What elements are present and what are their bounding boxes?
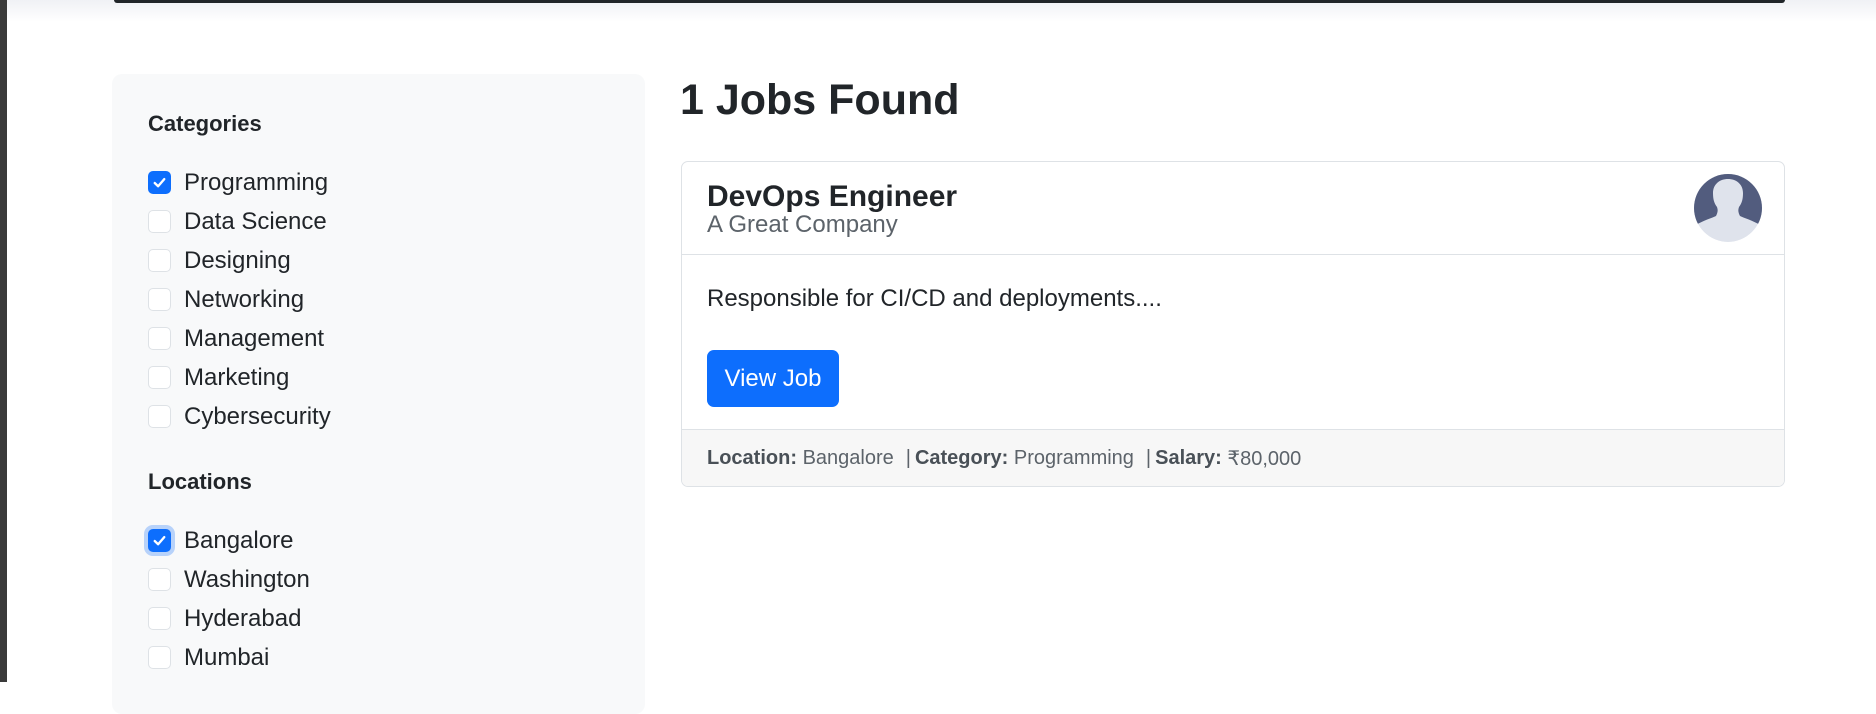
job-title: DevOps Engineer — [707, 180, 958, 213]
window-edge — [0, 0, 7, 682]
user-avatar-icon — [1694, 174, 1762, 242]
location-option-hyderabad[interactable]: Hyderabad — [148, 599, 310, 638]
category-option-programming[interactable]: Programming — [148, 163, 331, 202]
category-option-label: Management — [184, 324, 325, 352]
navbar-bottom-edge — [114, 0, 1785, 3]
location-checkbox-washington[interactable] — [148, 568, 171, 591]
category-option-label: Cybersecurity — [184, 402, 331, 430]
salary-label: Salary: — [1155, 446, 1222, 469]
checkmark-icon — [153, 535, 166, 546]
location-checkbox-hyderabad[interactable] — [148, 607, 171, 630]
category-checkbox-management[interactable] — [148, 327, 171, 350]
company-name: A Great Company — [707, 211, 898, 238]
locations-heading: Locations — [148, 469, 252, 494]
view-job-button[interactable]: View Job — [707, 350, 839, 407]
location-option-label: Hyderabad — [184, 604, 302, 632]
category-checkbox-networking[interactable] — [148, 288, 171, 311]
footer-separator: | — [1145, 446, 1152, 469]
location-option-label: Bangalore — [184, 526, 294, 554]
footer-separator: | — [905, 446, 911, 469]
location-option-label: Mumbai — [184, 643, 270, 671]
category-option-label: Networking — [184, 285, 305, 313]
category-option-cybersecurity[interactable]: Cybersecurity — [148, 397, 331, 436]
category-value: Programming — [1013, 446, 1134, 469]
category-checkbox-data-science[interactable] — [148, 210, 171, 233]
location-option-washington[interactable]: Washington — [148, 560, 310, 599]
category-option-networking[interactable]: Networking — [148, 280, 331, 319]
category-checkbox-cybersecurity[interactable] — [148, 405, 171, 428]
location-label: Location: — [707, 446, 797, 469]
category-option-management[interactable]: Management — [148, 319, 331, 358]
results-count-title: 1 Jobs Found — [680, 76, 960, 124]
locations-list: Bangalore Washington Hyderabad Mumbai — [148, 521, 310, 677]
category-option-label: Marketing — [184, 363, 290, 391]
location-checkbox-bangalore[interactable] — [148, 529, 171, 552]
filter-sidebar: Categories Programming Data Science Design… — [112, 74, 645, 714]
category-option-label: Designing — [184, 246, 291, 274]
category-option-label: Data Science — [184, 207, 327, 235]
category-option-designing[interactable]: Designing — [148, 241, 331, 280]
categories-heading: Categories — [148, 111, 262, 136]
location-checkbox-mumbai[interactable] — [148, 646, 171, 669]
checkmark-icon — [153, 177, 166, 188]
location-value: Bangalore — [802, 446, 894, 469]
category-checkbox-programming[interactable] — [148, 171, 171, 194]
categories-list: Programming Data Science Designing Networki… — [148, 163, 331, 436]
location-option-label: Washington — [184, 565, 310, 593]
job-card-footer: Location: Bangalore | Category: Programmi… — [682, 429, 1784, 486]
job-description: Responsible for CI/CD and deployments...… — [707, 285, 1162, 312]
location-option-mumbai[interactable]: Mumbai — [148, 638, 310, 677]
location-option-bangalore[interactable]: Bangalore — [148, 521, 310, 560]
category-option-label: Programming — [184, 168, 329, 196]
category-option-marketing[interactable]: Marketing — [148, 358, 331, 397]
navbar-shadow — [7, 0, 1876, 22]
category-checkbox-designing[interactable] — [148, 249, 171, 272]
job-card: DevOps Engineer A Great Company Responsi… — [681, 161, 1785, 487]
category-option-data-science[interactable]: Data Science — [148, 202, 331, 241]
salary-value: ₹80,000 — [1227, 447, 1302, 470]
job-card-header: DevOps Engineer A Great Company — [682, 162, 1784, 255]
category-label: Category: — [914, 446, 1009, 469]
category-checkbox-marketing[interactable] — [148, 366, 171, 389]
